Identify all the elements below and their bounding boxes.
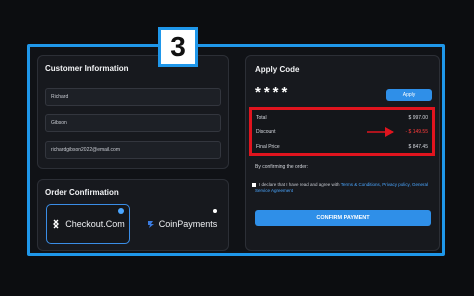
promo-code-input[interactable]: **** <box>255 84 290 101</box>
first-name-value: Richard <box>51 94 69 100</box>
discount-row: Discount - $ 149.55 <box>256 129 428 135</box>
declaration-prefix: I declare that I have read and agree wit… <box>259 182 340 187</box>
apply-code-button[interactable]: Apply <box>386 89 432 101</box>
checkout-label: Checkout.Com <box>65 219 125 229</box>
confirm-intro-text: By confirming the order: <box>255 164 309 170</box>
price-summary-highlight: Total $ 997.00 Discount - $ 149.55 Final… <box>249 107 435 156</box>
payment-method-checkout[interactable]: Checkout.Com <box>46 204 130 244</box>
payment-summary-panel: Apply Code **** Apply Total $ 997.00 Dis… <box>245 55 440 251</box>
confirm-payment-button[interactable]: CONFIRM PAYMENT <box>255 210 431 226</box>
total-row: Total $ 997.00 <box>256 115 428 121</box>
terms-link[interactable]: Terms & Conditions <box>341 182 380 187</box>
total-value: $ 997.00 <box>408 115 428 121</box>
final-price-value: $ 847.45 <box>408 144 428 150</box>
radio-unselected-icon <box>213 209 217 213</box>
last-name-value: Gibson <box>51 120 67 126</box>
order-confirmation-panel: Order Confirmation Checkout.Com CoinPaym… <box>37 179 229 251</box>
privacy-link[interactable]: , Privacy policy <box>380 182 410 187</box>
customer-information-panel: Customer Information Richard Gibson rich… <box>37 55 229 169</box>
coinpayments-label: CoinPayments <box>158 219 218 229</box>
declaration-text: I declare that I have read and agree wit… <box>252 182 433 194</box>
arrow-right-icon <box>367 127 394 137</box>
discount-label: Discount <box>256 129 276 135</box>
apply-code-title: Apply Code <box>255 65 300 74</box>
final-price-row: Final Price $ 847.45 <box>256 144 428 150</box>
step-number-badge: 3 <box>158 27 198 67</box>
final-price-label: Final Price <box>256 144 280 150</box>
checkout-icon <box>53 219 60 229</box>
customer-information-title: Customer Information <box>45 64 129 73</box>
order-confirmation-title: Order Confirmation <box>45 188 119 197</box>
total-label: Total <box>256 115 267 121</box>
radio-selected-icon <box>119 209 123 213</box>
email-value: richardgibson2022@email.com <box>51 147 120 153</box>
checkout-frame: Customer Information Richard Gibson rich… <box>27 44 445 256</box>
email-field[interactable]: richardgibson2022@email.com <box>45 141 221 159</box>
last-name-field[interactable]: Gibson <box>45 114 221 132</box>
discount-value: - $ 149.55 <box>405 129 428 135</box>
payment-method-coinpayments[interactable]: CoinPayments <box>140 204 224 244</box>
coinpayments-icon <box>147 220 154 228</box>
agree-checkbox[interactable] <box>252 183 256 187</box>
first-name-field[interactable]: Richard <box>45 88 221 106</box>
